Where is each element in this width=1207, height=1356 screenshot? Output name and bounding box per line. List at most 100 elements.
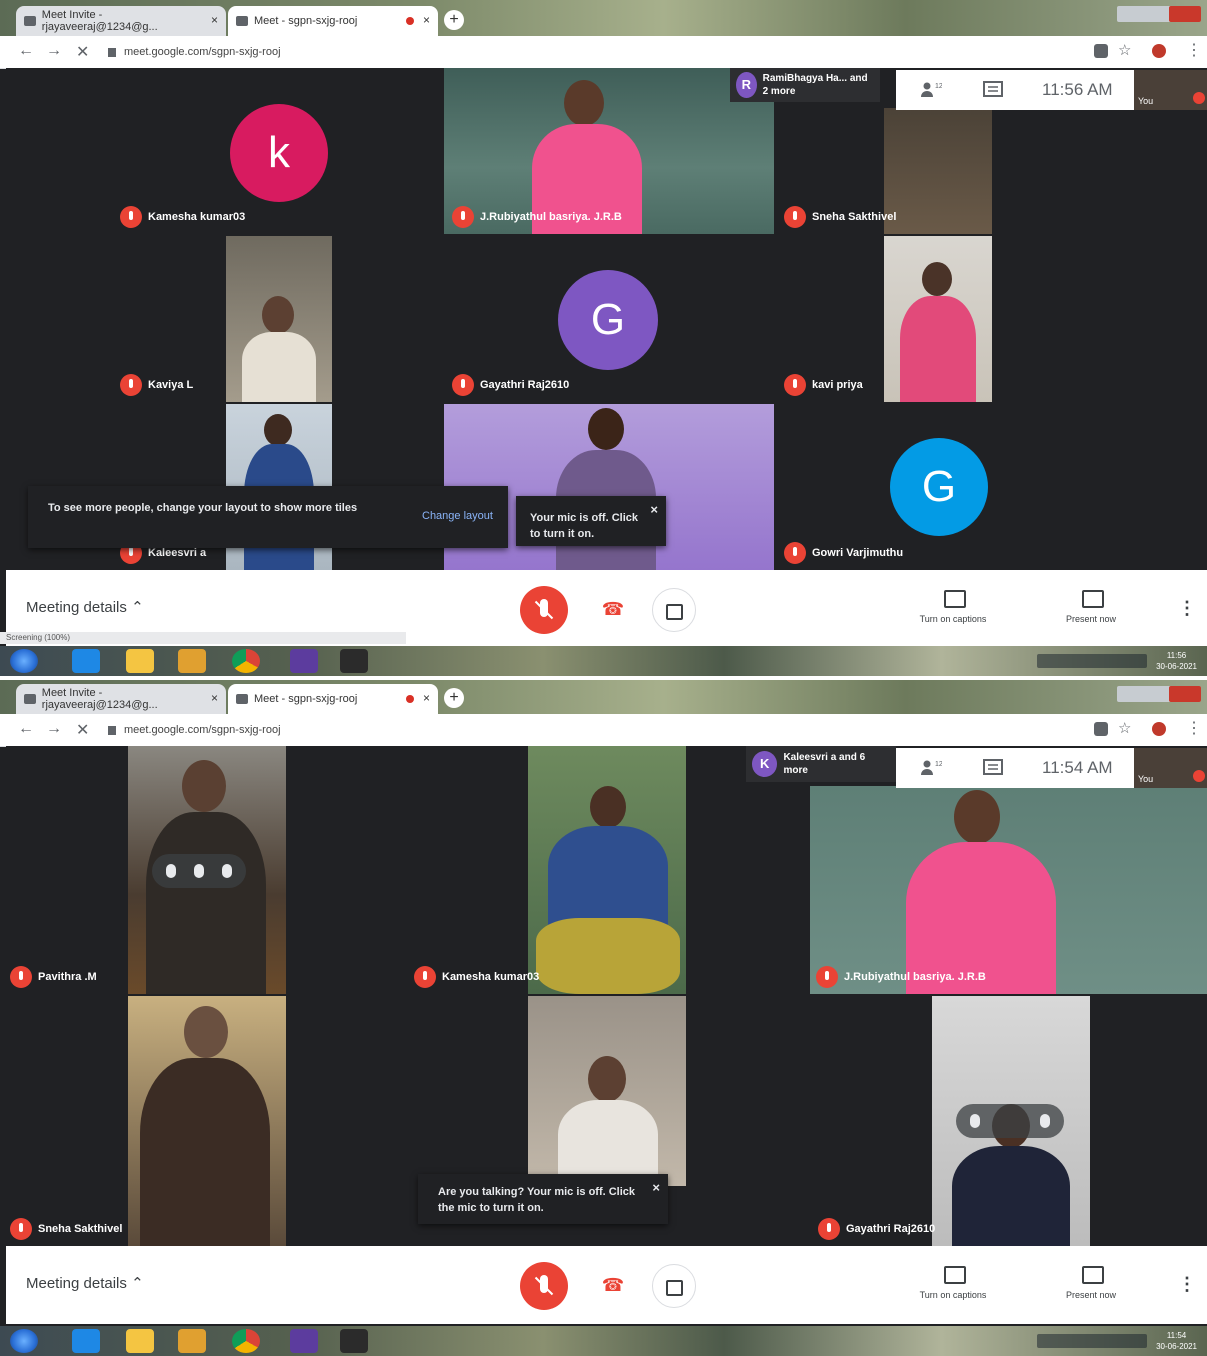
media-player-icon[interactable] [178, 1329, 206, 1353]
extension-icon[interactable] [1152, 44, 1166, 58]
meeting-details-label: Meeting details [26, 1275, 127, 1292]
url-field[interactable]: meet.google.com/sgpn-sxjg-rooj [108, 42, 1068, 62]
forward-arrow-icon[interactable]: → [46, 42, 62, 60]
mic-toggle-button[interactable] [520, 1262, 568, 1310]
more-vert-icon[interactable]: ⋮ [1178, 598, 1196, 619]
close-icon[interactable]: × [423, 691, 430, 705]
browser-tab-bar: Meet Invite - rjayaveeraj@1234@g... × Me… [0, 680, 1207, 714]
camera-toggle-button[interactable] [652, 1264, 696, 1308]
media-player-icon[interactable] [178, 649, 206, 673]
self-view[interactable]: You [1134, 748, 1207, 788]
person-figure [242, 332, 316, 402]
video-app-icon[interactable] [290, 1329, 318, 1353]
people-icon[interactable]: 12 [920, 81, 943, 99]
system-tray[interactable] [1037, 654, 1147, 668]
camera-permission-icon[interactable] [1094, 722, 1108, 736]
hangup-button[interactable]: ☎ [598, 594, 628, 624]
k7-antivirus-icon[interactable] [340, 649, 368, 673]
close-icon[interactable]: × [650, 502, 658, 518]
captions-icon[interactable] [944, 1266, 966, 1284]
taskbar-clock[interactable]: 11:56 30-06-2021 [1156, 650, 1197, 672]
participant-tile[interactable]: G Gayathri Raj2610 [444, 236, 774, 402]
present-icon[interactable] [1082, 590, 1104, 608]
chrome-icon[interactable] [232, 1329, 260, 1353]
participant-tile[interactable]: Sneha Sakthivel [6, 996, 406, 1246]
tab-meet[interactable]: Meet - sgpn-sxjg-rooj × [228, 684, 438, 714]
meeting-details-button[interactable]: Meeting details ⌃ [26, 1274, 144, 1292]
more-vert-icon[interactable]: ⋮ [1186, 40, 1202, 60]
participant-tile[interactable]: Kamesha kumar03 [408, 746, 808, 994]
participants-chip[interactable]: K Kaleesvri a and 6 more [746, 746, 896, 782]
mic-toggle-button[interactable] [520, 586, 568, 634]
extension-icon[interactable] [1152, 722, 1166, 736]
self-view[interactable]: You [1134, 70, 1207, 110]
folder-icon[interactable] [126, 1329, 154, 1353]
more-vert-icon[interactable]: ⋮ [1186, 718, 1202, 738]
window-controls[interactable] [1117, 6, 1201, 22]
camera-toggle-button[interactable] [652, 588, 696, 632]
new-tab-button[interactable]: + [444, 688, 464, 708]
more-vert-icon[interactable]: ⋮ [1178, 1274, 1196, 1295]
back-arrow-icon[interactable]: ← [18, 720, 34, 738]
participant-tile[interactable]: J.Rubiyathul basriya. J.R.B [444, 68, 774, 234]
present-button-label[interactable]: Present now [1036, 614, 1146, 624]
mic-icon[interactable] [970, 1114, 980, 1128]
meeting-details-label: Meeting details [26, 599, 127, 616]
more-icon[interactable] [1040, 1114, 1050, 1128]
captions-icon[interactable] [944, 590, 966, 608]
star-icon[interactable]: ☆ [1118, 719, 1131, 737]
chrome-icon[interactable] [232, 649, 260, 673]
present-button-label[interactable]: Present now [1036, 1290, 1146, 1300]
k7-antivirus-icon[interactable] [340, 1329, 368, 1353]
close-icon[interactable]: × [211, 13, 218, 27]
video-app-icon[interactable] [290, 649, 318, 673]
camera-permission-icon[interactable] [1094, 44, 1108, 58]
url-field[interactable]: meet.google.com/sgpn-sxjg-rooj [108, 720, 1068, 740]
pin-icon[interactable] [194, 864, 204, 878]
ie-icon[interactable] [72, 1329, 100, 1353]
present-icon[interactable] [1082, 1266, 1104, 1284]
participant-tile[interactable]: Pavithra .M [6, 746, 406, 994]
participants-chip[interactable]: R RamiBhagya Ha... and 2 more [730, 68, 880, 102]
chat-icon[interactable] [982, 81, 1004, 99]
captions-button-label[interactable]: Turn on captions [898, 1290, 1008, 1300]
people-icon[interactable]: 12 [920, 759, 943, 777]
close-icon[interactable]: × [652, 1180, 660, 1196]
hangup-button[interactable]: ☎ [598, 1270, 628, 1300]
window-close-button[interactable] [1169, 686, 1201, 702]
window-close-button[interactable] [1169, 6, 1201, 22]
participant-tile[interactable]: Gayathri Raj2610 [810, 996, 1207, 1246]
tab-meet[interactable]: Meet - sgpn-sxjg-rooj × [228, 6, 438, 36]
taskbar-clock[interactable]: 11:54 30-06-2021 [1156, 1330, 1197, 1352]
windows-start-icon[interactable] [10, 1329, 38, 1353]
window-controls[interactable] [1117, 686, 1201, 702]
stop-loading-icon[interactable]: ✕ [76, 720, 89, 740]
url-text: meet.google.com/sgpn-sxjg-rooj [124, 724, 281, 736]
chat-icon[interactable] [982, 759, 1004, 777]
mic-icon[interactable] [166, 864, 176, 878]
close-icon[interactable]: × [211, 691, 218, 705]
captions-button-label[interactable]: Turn on captions [898, 614, 1008, 624]
participant-tile[interactable]: k Kamesha kumar03 [112, 68, 442, 234]
tile-hover-controls[interactable] [152, 854, 246, 888]
tab-meet-invite[interactable]: Meet Invite - rjayaveeraj@1234@g... × [16, 6, 226, 36]
new-tab-button[interactable]: + [444, 10, 464, 30]
meeting-details-button[interactable]: Meeting details ⌃ [26, 598, 144, 616]
tab-meet-invite[interactable]: Meet Invite - rjayaveeraj@1234@g... × [16, 684, 226, 714]
star-icon[interactable]: ☆ [1118, 41, 1131, 59]
more-icon[interactable] [222, 864, 232, 878]
back-arrow-icon[interactable]: ← [18, 42, 34, 60]
change-layout-link[interactable]: Change layout [422, 508, 493, 524]
close-icon[interactable]: × [423, 13, 430, 27]
system-tray[interactable] [1037, 1334, 1147, 1348]
windows-start-icon[interactable] [10, 649, 38, 673]
participant-tile[interactable]: Kaviya L [112, 236, 442, 402]
ie-icon[interactable] [72, 649, 100, 673]
participant-tile[interactable]: kavi priya [776, 236, 1104, 402]
stop-loading-icon[interactable]: ✕ [76, 42, 89, 62]
participant-tile[interactable]: G Gowri Varjimuthu [776, 404, 1104, 570]
forward-arrow-icon[interactable]: → [46, 720, 62, 738]
folder-icon[interactable] [126, 649, 154, 673]
mic-notification: Are you talking? Your mic is off. Click … [418, 1174, 668, 1224]
tile-hover-controls[interactable] [956, 1104, 1064, 1138]
